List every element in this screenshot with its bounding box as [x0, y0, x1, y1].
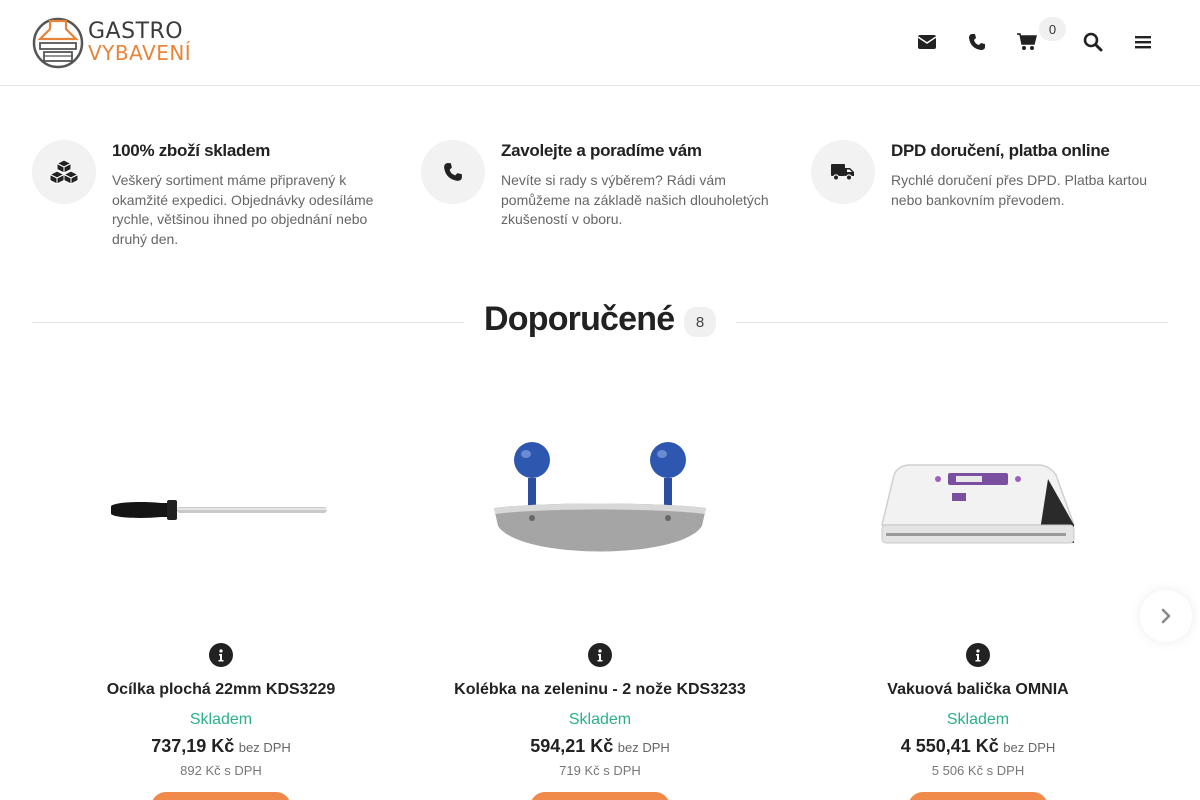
add-to-cart-button[interactable]: [908, 792, 1048, 800]
info-icon[interactable]: [966, 643, 990, 667]
section-divider-left: [32, 322, 464, 323]
feature-icon-circle: [421, 140, 485, 204]
envelope-icon[interactable]: [915, 30, 939, 54]
feature-title: DPD doručení, platba online: [891, 141, 1110, 160]
info-icon[interactable]: [588, 643, 612, 667]
menu-icon[interactable]: [1131, 30, 1155, 54]
chevron-right-icon: [1161, 608, 1171, 624]
site-header: GASTRO VYBAVENÍ 0: [0, 0, 1200, 86]
product-card: Kolébka na zeleninu - 2 nože KDS3233 Skl…: [420, 400, 780, 800]
price-note: bez DPH: [238, 740, 291, 755]
price-with-vat: 892 Kč s DPH: [180, 763, 262, 778]
product-price: 737,19 Kč bez DPH: [41, 736, 401, 757]
stock-status: Skladem: [568, 711, 632, 728]
product-name[interactable]: Vakuová balička OMNIA: [798, 681, 1158, 699]
price-with-vat: 5 506 Kč s DPH: [931, 763, 1025, 778]
section-divider-right: [736, 322, 1168, 323]
feature-icon-circle: [32, 140, 96, 204]
truck-icon: [831, 164, 854, 181]
product-price: 4 550,41 Kč bez DPH: [798, 736, 1158, 757]
phone-icon: [444, 163, 462, 181]
cart-count-badge: 0: [1039, 17, 1066, 41]
price-note: bez DPH: [617, 740, 670, 755]
product-price: 594,21 Kč bez DPH: [420, 736, 780, 757]
price-without-vat: 737,19 Kč: [151, 736, 235, 756]
product-name[interactable]: Kolébka na zeleninu - 2 nože KDS3233: [420, 681, 780, 699]
add-to-cart-button[interactable]: [530, 792, 670, 800]
feature-icon-circle: [811, 140, 875, 204]
feature-advice: Zavolejte a poradíme vám Nevíte si rady …: [421, 140, 781, 260]
price-without-vat: 594,21 Kč: [530, 736, 614, 756]
feature-text: Veškerý sortiment máme připravený k okam…: [112, 172, 374, 247]
info-icon[interactable]: [209, 643, 233, 667]
feature-delivery: DPD doručení, platba online Rychlé doruč…: [811, 140, 1171, 260]
boxes-icon: [49, 159, 79, 185]
feature-title: 100% zboží skladem: [112, 141, 271, 160]
mezzaluna-image: [494, 442, 706, 552]
price-without-vat: 4 550,41 Kč: [900, 736, 999, 756]
logo-text-vybaveni: VYBAVENÍ: [88, 41, 192, 65]
section-count-badge: 8: [684, 307, 716, 337]
product-image[interactable]: [101, 420, 341, 600]
stock-status: Skladem: [946, 711, 1010, 728]
price-note: bez DPH: [1003, 740, 1056, 755]
section-title: Doporučené: [484, 300, 675, 338]
search-icon[interactable]: [1081, 30, 1105, 54]
price-with-vat: 719 Kč s DPH: [559, 763, 641, 778]
feature-text: Nevíte si rady s výběrem? Rádi vám pomůž…: [501, 172, 769, 227]
carousel-next-button[interactable]: [1140, 590, 1192, 642]
feature-text: Rychlé doručení přes DPD. Platba kartou …: [891, 172, 1148, 208]
feature-title: Zavolejte a poradíme vám: [501, 141, 702, 160]
product-card: Vakuová balička OMNIA Skladem 4 550,41 K…: [798, 400, 1158, 800]
logo-hood-icon: [32, 17, 84, 69]
cart-icon[interactable]: [1015, 30, 1039, 54]
product-image[interactable]: [480, 420, 720, 600]
product-card: Ocílka plochá 22mm KDS3229 Skladem 737,1…: [41, 400, 401, 800]
phone-icon[interactable]: [965, 30, 989, 54]
stock-status: Skladem: [189, 711, 253, 728]
vacuum-sealer-image: [881, 464, 1076, 544]
honing-steel-image: [111, 500, 327, 520]
product-image[interactable]: [858, 420, 1098, 600]
feature-stock: 100% zboží skladem Veškerý sortiment mám…: [32, 140, 392, 260]
logo[interactable]: GASTRO VYBAVENÍ: [32, 17, 191, 69]
product-name[interactable]: Ocílka plochá 22mm KDS3229: [41, 681, 401, 699]
add-to-cart-button[interactable]: [151, 792, 291, 800]
